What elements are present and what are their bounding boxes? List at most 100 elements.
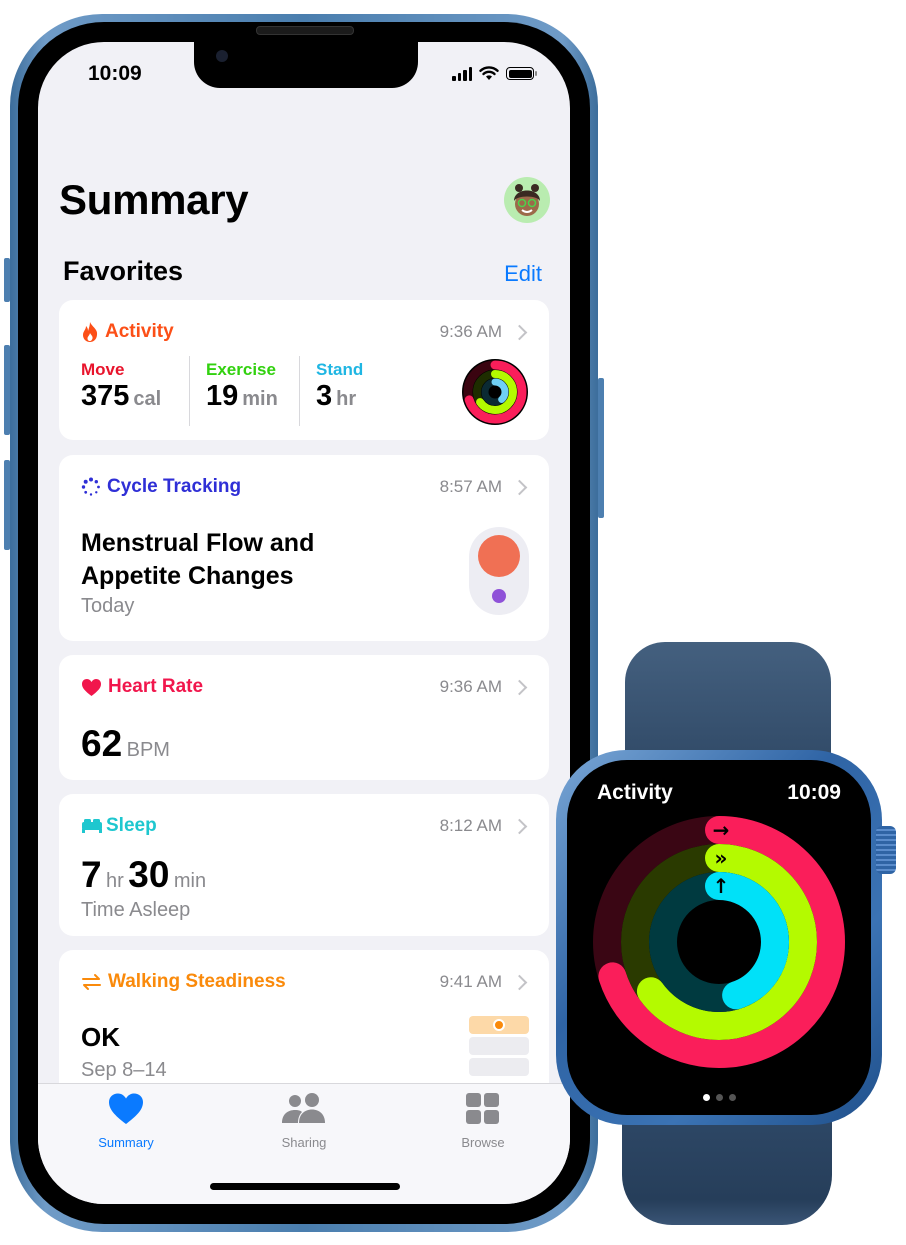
exercise-value: 19 <box>206 380 239 412</box>
grid-icon <box>466 1093 499 1124</box>
tab-bar: Summary Sharing Browse <box>38 1083 570 1204</box>
phone-power-button <box>598 378 604 518</box>
favorites-heading: Favorites <box>63 256 184 286</box>
tab-sharing[interactable]: Sharing <box>244 1092 364 1150</box>
flame-icon <box>83 322 98 342</box>
home-indicator[interactable] <box>210 1183 400 1190</box>
watch-activity-rings: → » ↑ <box>593 816 845 1068</box>
watch-time: 10:09 <box>787 781 841 804</box>
level-low <box>469 1037 529 1055</box>
walking-steadiness-date: Sep 8–14 <box>81 1059 167 1081</box>
cycle-tracking-icon <box>81 477 100 496</box>
stand-label: Stand <box>316 360 364 379</box>
move-unit: cal <box>133 388 162 410</box>
wifi-icon <box>479 66 499 80</box>
page-dot <box>728 1094 736 1101</box>
chevron-right-icon <box>511 324 528 340</box>
phone-speaker <box>256 26 354 35</box>
cycle-symptom-line2: Appetite Changes <box>81 562 294 590</box>
steadiness-level-chart <box>469 1016 529 1076</box>
ring-arrow-icon: » <box>715 846 728 870</box>
flow-dot <box>478 535 520 577</box>
walking-steadiness-value: OK <box>81 1022 120 1052</box>
heart-rate-card[interactable]: Heart Rate 9:36 AM 62 BPM <box>59 655 549 780</box>
activity-rings-icon <box>462 359 528 425</box>
heart-rate-time: 9:36 AM <box>439 677 502 696</box>
tab-label: Summary <box>98 1135 154 1150</box>
card-header: Activity 9:36 AM <box>81 318 529 346</box>
heart-icon <box>109 1093 143 1124</box>
card-header: Cycle Tracking 8:57 AM <box>81 473 529 501</box>
activity-title: Activity <box>105 321 174 342</box>
exercise-label: Exercise <box>206 360 276 379</box>
level-ok <box>469 1016 529 1034</box>
page-title: Summary <box>59 176 249 223</box>
walking-steadiness-time: 9:41 AM <box>439 972 502 991</box>
notch <box>194 42 418 88</box>
page-indicator <box>567 1094 871 1101</box>
stand-unit: hr <box>336 388 357 410</box>
card-header: Heart Rate 9:36 AM <box>81 673 529 701</box>
activity-time: 9:36 AM <box>439 322 502 341</box>
sleep-title: Sleep <box>106 815 157 836</box>
cycle-symptom-line1: Menstrual Flow and <box>81 529 315 557</box>
activity-card[interactable]: Activity 9:36 AM Move 375 cal Exercise 19… <box>59 300 549 440</box>
walking-steadiness-icon <box>82 974 101 990</box>
divider <box>299 356 300 426</box>
tab-summary[interactable]: Summary <box>66 1092 186 1150</box>
cycle-time: 8:57 AM <box>439 477 502 496</box>
status-icons <box>452 66 537 81</box>
memoji-avatar-icon <box>514 184 540 216</box>
cycle-tracking-card[interactable]: Cycle Tracking 8:57 AM Menstrual Flow an… <box>59 455 549 641</box>
profile-avatar[interactable] <box>504 177 550 223</box>
cycle-title: Cycle Tracking <box>107 476 242 497</box>
watch-screen: Activity 10:09 → » ↑ <box>567 760 871 1115</box>
heart-rate-value: 62 <box>81 723 123 764</box>
phone-volume-up <box>4 345 10 435</box>
bed-icon <box>82 819 102 833</box>
phone-volume-down <box>4 460 10 550</box>
stand-metric: Stand 3 hr <box>316 360 363 413</box>
cycle-date: Today <box>81 595 135 617</box>
current-level-dot <box>493 1019 505 1031</box>
phone-side-button <box>4 258 10 302</box>
walking-steadiness-title: Walking Steadiness <box>108 971 286 992</box>
sleep-minutes: 30 <box>128 854 170 895</box>
page-dot <box>715 1094 723 1101</box>
sleep-hours-unit: hr <box>106 870 124 892</box>
chevron-right-icon <box>511 679 528 695</box>
heart-rate-unit: BPM <box>126 739 170 761</box>
heart-rate-reading: 62 BPM <box>81 723 170 765</box>
move-metric: Move 375 cal <box>81 360 161 413</box>
ring-arrow-icon: → <box>713 818 730 842</box>
sleep-hours: 7 <box>81 854 102 895</box>
heart-rate-title: Heart Rate <box>108 676 204 697</box>
tab-label: Browse <box>461 1135 505 1150</box>
sleep-minutes-unit: min <box>173 870 207 892</box>
front-camera <box>216 50 228 62</box>
sleep-card[interactable]: Sleep 8:12 AM 7 hr 30 min Time Asleep <box>59 794 549 936</box>
sleep-caption: Time Asleep <box>81 899 191 921</box>
people-icon <box>282 1093 325 1123</box>
exercise-metric: Exercise 19 min <box>206 360 278 413</box>
status-time: 10:09 <box>88 62 142 85</box>
watch-app-title: Activity <box>597 781 673 804</box>
battery-icon <box>506 67 537 80</box>
card-header: Walking Steadiness 9:41 AM <box>81 968 529 996</box>
sleep-duration: 7 hr 30 min <box>81 854 206 896</box>
chevron-right-icon <box>511 818 528 834</box>
card-header: Sleep 8:12 AM <box>81 812 529 840</box>
digital-crown[interactable] <box>876 826 896 874</box>
symptom-dot <box>492 589 506 603</box>
ring-arrow-icon: ↑ <box>713 874 730 898</box>
heart-icon <box>82 678 101 696</box>
exercise-unit: min <box>242 388 278 410</box>
edit-button[interactable]: Edit <box>504 261 542 287</box>
tab-browse[interactable]: Browse <box>423 1092 543 1150</box>
move-value: 375 <box>81 380 130 412</box>
level-very-low <box>469 1058 529 1076</box>
sleep-time: 8:12 AM <box>439 816 502 835</box>
divider <box>189 356 190 426</box>
page-dot <box>702 1094 710 1101</box>
chevron-right-icon <box>511 974 528 990</box>
